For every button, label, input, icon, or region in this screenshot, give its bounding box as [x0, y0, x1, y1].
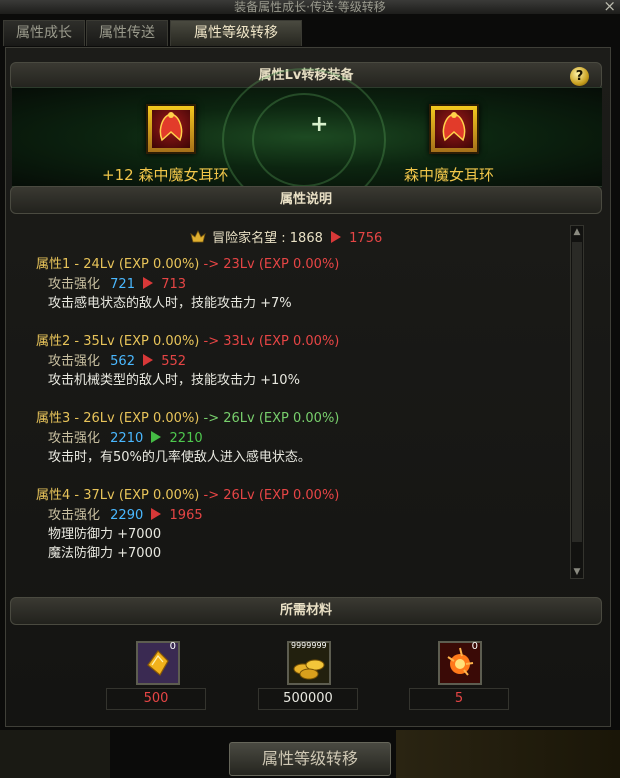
target-item-slot[interactable]	[429, 104, 479, 154]
decorative-ring	[252, 93, 356, 187]
background-hud-left	[0, 730, 110, 778]
material-1-quantity: 500	[106, 688, 206, 710]
attribute-3-stat-new: 2210	[169, 431, 203, 446]
scroll-up-icon[interactable]: ▲	[571, 226, 583, 238]
description-header-title: 属性说明	[279, 192, 332, 207]
level-transfer-button[interactable]: 属性等级转移	[229, 742, 391, 776]
attribute-4-head-row: 属性4 - 37Lv (EXP 0.00%) -> 26Lv (EXP 0.00…	[36, 484, 339, 503]
tab-attribute-level-transfer[interactable]: 属性等级转移	[170, 20, 302, 46]
fame-crown-icon	[190, 230, 206, 243]
attribute-1-stat-label: 攻击强化	[48, 277, 101, 292]
plus-icon: +	[310, 112, 329, 137]
attribute-2-stat-old: 562	[110, 354, 135, 369]
attribute-3-head: 属性3 - 26Lv (EXP 0.00%)	[36, 411, 200, 426]
scroll-down-icon[interactable]: ▼	[571, 566, 583, 578]
attribute-4-effect: 物理防御力 +7000	[48, 527, 162, 542]
transfer-banner: + +12 森中魔女耳环 森中魔女耳环	[12, 68, 602, 212]
tab-bar: 属性成长 属性传送 属性等级转移	[0, 20, 620, 47]
attribute-1-stat-new: 713	[161, 277, 187, 292]
close-icon[interactable]: ×	[603, 0, 616, 14]
material-1-count: 0	[169, 641, 176, 652]
attribute-1-arrow: -> 23Lv (EXP 0.00%)	[203, 257, 340, 272]
attribute-3-effect: 攻击时，有50%的几率使敌人进入感电状态。	[48, 450, 311, 465]
source-item-name: +12 森中魔女耳环	[102, 164, 228, 185]
attribute-1-head: 属性1 - 24Lv (EXP 0.00%)	[36, 257, 200, 272]
attribute-2-stat-new: 552	[161, 354, 187, 369]
background-hud-right	[396, 730, 620, 778]
description-header: 属性说明	[10, 186, 602, 214]
materials-header-title: 所需材料	[279, 603, 332, 618]
attribute-4-stat-row: 攻击强化 2290 1965	[48, 504, 203, 523]
window-titlebar: 装备属性成长·传送·等级转移 ×	[0, 0, 620, 14]
earring-icon	[442, 112, 466, 142]
material-slot-crystal[interactable]: 0	[136, 641, 180, 685]
attribute-4-stat-label: 攻击强化	[48, 508, 101, 523]
source-item-enhance: +12	[102, 166, 134, 184]
arrow-right-icon	[151, 431, 162, 443]
attribute-2-effect: 攻击机械类型的敌人时，技能攻击力 +10%	[48, 373, 300, 388]
source-item-slot[interactable]	[146, 104, 196, 154]
material-3-quantity: 5	[409, 688, 509, 710]
description-scrollbar[interactable]: ▲ ▼	[570, 225, 584, 579]
attribute-4-stat-new: 1965	[169, 508, 203, 523]
attribute-3-stat-old: 2210	[110, 431, 144, 446]
fame-label: 冒险家名望 : 1868	[212, 231, 323, 246]
attribute-1-effect: 攻击感电状态的敌人时，技能攻击力 +7%	[48, 296, 292, 311]
tab-attribute-growth[interactable]: 属性成长	[3, 20, 85, 46]
material-slot-energy[interactable]: 0	[438, 641, 482, 685]
attribute-2-head-row: 属性2 - 35Lv (EXP 0.00%) -> 33Lv (EXP 0.00…	[36, 330, 339, 349]
source-item-label: 森中魔女耳环	[138, 166, 229, 184]
window-title: 装备属性成长·传送·等级转移	[234, 0, 386, 14]
attribute-2-stat-label: 攻击强化	[48, 354, 101, 369]
attribute-4-arrow: -> 26Lv (EXP 0.00%)	[203, 488, 340, 503]
arrow-right-icon	[331, 231, 342, 243]
attribute-1-stat-old: 721	[110, 277, 135, 292]
attribute-2-head: 属性2 - 35Lv (EXP 0.00%)	[36, 334, 200, 349]
attribute-2-arrow: -> 33Lv (EXP 0.00%)	[203, 334, 340, 349]
attribute-4-effect-2: 魔法防御力 +7000	[48, 546, 162, 561]
scroll-thumb[interactable]	[572, 242, 582, 542]
attribute-1-head-row: 属性1 - 24Lv (EXP 0.00%) -> 23Lv (EXP 0.00…	[36, 253, 339, 272]
material-2-count: 9999999	[291, 641, 327, 650]
attribute-3-stat-row: 攻击强化 2210 2210	[48, 427, 203, 446]
earring-icon	[159, 112, 183, 142]
fame-new-value: 1756	[349, 231, 383, 246]
fame-row: 冒险家名望 : 1868 1756	[190, 227, 382, 246]
material-slot-gold[interactable]: 9999999	[287, 641, 331, 685]
attribute-3-arrow: -> 26Lv (EXP 0.00%)	[203, 411, 340, 426]
attribute-3-head-row: 属性3 - 26Lv (EXP 0.00%) -> 26Lv (EXP 0.00…	[36, 407, 339, 426]
attribute-2-stat-row: 攻击强化 562 552	[48, 350, 186, 369]
material-3-count: 0	[471, 641, 478, 652]
attribute-4-head: 属性4 - 37Lv (EXP 0.00%)	[36, 488, 200, 503]
arrow-right-icon	[143, 277, 154, 289]
attribute-3-stat-label: 攻击强化	[48, 431, 101, 446]
material-2-quantity: 500000	[258, 688, 358, 710]
attribute-4-stat-old: 2290	[110, 508, 144, 523]
tab-attribute-transfer[interactable]: 属性传送	[86, 20, 168, 46]
arrow-right-icon	[143, 354, 154, 366]
arrow-right-icon	[151, 508, 162, 520]
attribute-1-stat-row: 攻击强化 721 713	[48, 273, 186, 292]
target-item-name: 森中魔女耳环	[404, 166, 495, 184]
help-icon[interactable]: ?	[570, 67, 589, 86]
materials-header: 所需材料	[10, 597, 602, 625]
